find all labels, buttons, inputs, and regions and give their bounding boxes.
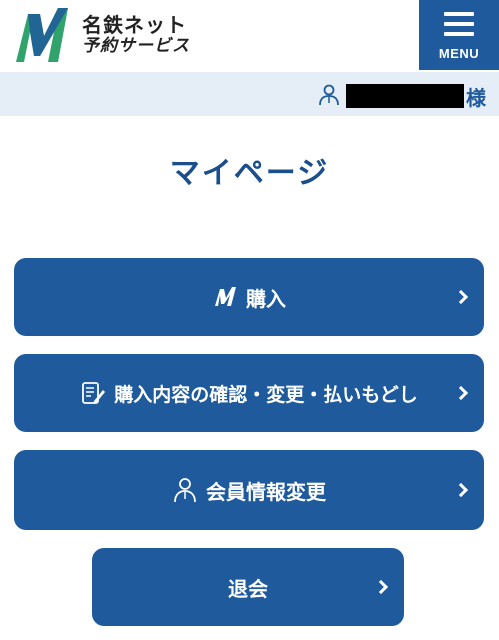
member-info-change-label: 会員情報変更 <box>206 479 326 504</box>
chevron-right-icon <box>453 385 469 401</box>
user-name-redacted <box>346 84 464 108</box>
meitetsu-logo-icon <box>215 287 236 306</box>
user-honorific: 様 <box>466 86 486 110</box>
user-icon <box>174 478 196 503</box>
withdraw-label: 退会 <box>228 576 268 601</box>
withdraw-membership-button[interactable]: 退会 <box>92 548 404 626</box>
chevron-right-icon <box>453 289 469 305</box>
confirm-change-refund-button[interactable]: 購入内容の確認・変更・払いもどし <box>14 354 484 432</box>
brand-line1: 名鉄ネット <box>82 13 187 37</box>
menu-button[interactable]: MENU <box>419 0 499 70</box>
brand-name[interactable]: 名鉄ネット 予約サービス <box>82 14 190 56</box>
hamburger-icon <box>444 12 474 38</box>
brand-line2: 予約サービス <box>82 36 190 56</box>
user-icon <box>319 84 339 106</box>
chevron-right-icon <box>453 482 469 498</box>
page-title: マイページ <box>169 156 330 191</box>
document-pen-icon <box>82 382 106 404</box>
confirm-change-refund-label: 購入内容の確認・変更・払いもどし <box>114 383 418 406</box>
meitetsu-logo[interactable] <box>14 6 72 64</box>
purchase-label: 購入 <box>246 286 286 311</box>
chevron-right-icon <box>373 579 389 595</box>
member-info-change-button[interactable]: 会員情報変更 <box>14 450 484 530</box>
menu-label: MENU <box>438 46 480 61</box>
site-header: 名鉄ネット 予約サービス MENU <box>0 0 499 72</box>
purchase-button[interactable]: 購入 <box>14 258 484 336</box>
